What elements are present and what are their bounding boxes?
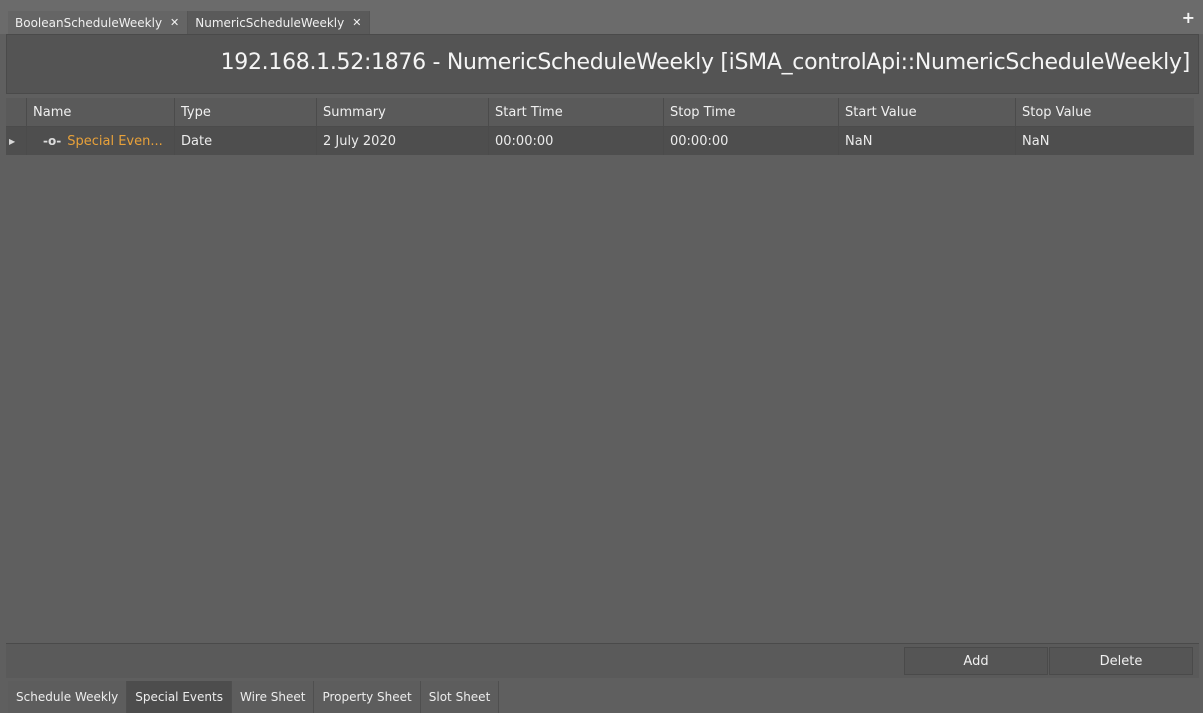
column-header-stop-time[interactable]: Stop Time: [663, 98, 838, 126]
tab-wire-sheet[interactable]: Wire Sheet: [231, 681, 315, 713]
header-spacer: [6, 98, 26, 126]
type-cell: Date: [174, 127, 316, 155]
tab-slot-sheet[interactable]: Slot Sheet: [420, 681, 500, 713]
stop-value-cell: NaN: [1015, 127, 1194, 155]
tab-special-events[interactable]: Special Events: [127, 681, 232, 713]
table-header: Name Type Summary Start Time Stop Time S…: [6, 98, 1194, 127]
name-cell: -o- Special Even...: [26, 127, 174, 155]
page-title: 192.168.1.52:1876 - NumericScheduleWeekl…: [220, 50, 1191, 75]
expander-icon[interactable]: ▶: [6, 127, 26, 155]
tab-label: BooleanScheduleWeekly: [15, 15, 163, 30]
start-time-cell: 00:00:00: [488, 127, 663, 155]
summary-cell: 2 July 2020: [316, 127, 488, 155]
close-icon[interactable]: ✕: [352, 16, 361, 29]
tab-strip: BooleanScheduleWeekly ✕ NumericScheduleW…: [8, 11, 371, 34]
add-button[interactable]: Add: [904, 647, 1048, 675]
column-header-stop-value[interactable]: Stop Value: [1015, 98, 1194, 126]
tab-label: NumericScheduleWeekly: [195, 15, 345, 30]
special-events-table: Name Type Summary Start Time Stop Time S…: [6, 98, 1194, 155]
plus-icon[interactable]: +: [1182, 10, 1195, 26]
stop-time-cell: 00:00:00: [663, 127, 838, 155]
tab-numeric-schedule-weekly[interactable]: NumericScheduleWeekly ✕: [188, 11, 371, 34]
table-row[interactable]: ▶ -o- Special Even... Date 2 July 2020 0…: [6, 127, 1194, 155]
close-icon[interactable]: ✕: [170, 16, 179, 29]
column-header-summary[interactable]: Summary: [316, 98, 488, 126]
column-header-start-value[interactable]: Start Value: [838, 98, 1015, 126]
column-header-type[interactable]: Type: [174, 98, 316, 126]
slot-icon: -o-: [43, 134, 62, 148]
tab-boolean-schedule-weekly[interactable]: BooleanScheduleWeekly ✕: [8, 11, 189, 34]
column-header-start-time[interactable]: Start Time: [488, 98, 663, 126]
column-header-name[interactable]: Name: [26, 98, 174, 126]
tab-schedule-weekly[interactable]: Schedule Weekly: [8, 681, 128, 713]
start-value-cell: NaN: [838, 127, 1015, 155]
action-bar: Add Delete: [6, 643, 1199, 678]
view-tabs: Schedule Weekly Special Events Wire Shee…: [8, 681, 500, 713]
view-header: 192.168.1.52:1876 - NumericScheduleWeekl…: [6, 34, 1199, 94]
tab-property-sheet[interactable]: Property Sheet: [314, 681, 421, 713]
event-name: Special Even...: [67, 133, 163, 149]
delete-button[interactable]: Delete: [1049, 647, 1193, 675]
editor-tab-bar: BooleanScheduleWeekly ✕ NumericScheduleW…: [0, 0, 1203, 34]
